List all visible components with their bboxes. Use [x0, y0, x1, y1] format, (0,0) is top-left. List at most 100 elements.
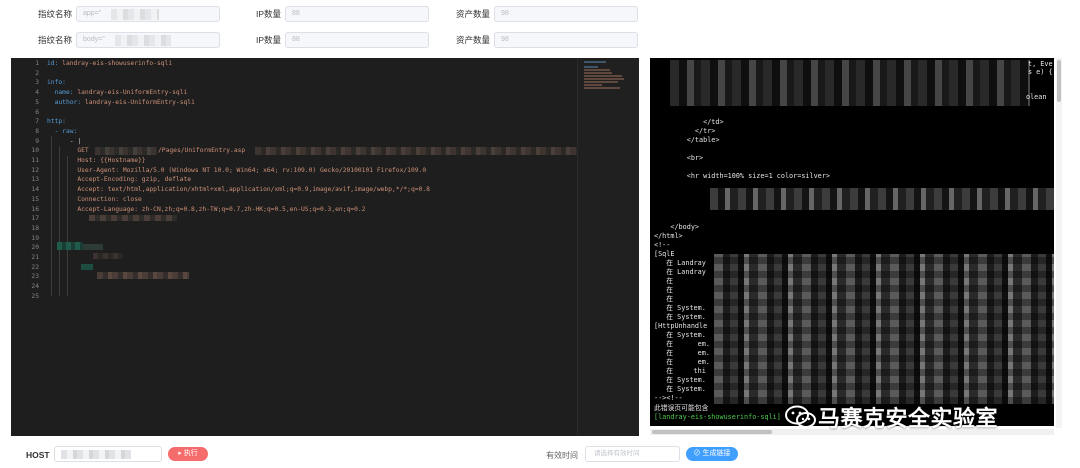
line-number: 9	[35, 137, 39, 145]
code-text-area[interactable]: id: landray-eis-showuserinfo-sqli info: …	[47, 58, 577, 436]
fingerprint-value: body="	[83, 36, 105, 43]
output-line: 在 em.	[654, 358, 710, 366]
minimap-line	[584, 84, 602, 86]
asset-count-label: 资产数量	[456, 9, 491, 19]
code-line: Accept-Language: zh-CN,zh;q=0.8,zh-TW;q=…	[47, 205, 366, 213]
scrollbar-thumb[interactable]	[1057, 60, 1061, 102]
mosaic-redaction	[115, 35, 171, 46]
output-line: 在 System.	[654, 313, 706, 321]
host-input[interactable]	[54, 446, 162, 462]
ip-count-value: 88	[292, 10, 300, 17]
output-line: 在 System.	[654, 304, 706, 312]
response-output-panel[interactable]: t, Eve s e) { olean </td> </tr> </table>…	[650, 58, 1054, 426]
ip-count-input[interactable]: 88	[285, 32, 429, 48]
mosaic-redaction	[89, 215, 177, 221]
ip-count-value: 88	[292, 36, 300, 43]
line-number: 19	[31, 234, 39, 242]
code-line: - |	[47, 137, 82, 145]
asset-count-value: 98	[501, 36, 509, 43]
asset-count-input[interactable]: 98	[494, 6, 638, 22]
fingerprint-label: 指纹名称	[38, 9, 73, 19]
mosaic-redaction	[81, 264, 93, 270]
code-line: - raw:	[47, 127, 78, 137]
output-line: <br>	[654, 154, 704, 162]
code-line: id: landray-eis-showuserinfo-sqli	[47, 59, 172, 69]
line-number: 8	[35, 127, 39, 135]
fingerprint-value: app="	[83, 10, 102, 17]
yaml-code-editor[interactable]: 1 2 3 4 5 6 7 8 9 10 11 12 13 14 15 16 1…	[11, 58, 639, 436]
ip-count-label: IP数量	[256, 9, 282, 19]
mosaic-redaction	[95, 147, 157, 155]
line-number: 21	[31, 254, 39, 261]
request-path: /Pages/UniformEntry.asp	[158, 147, 246, 155]
minimap-line	[584, 78, 624, 80]
line-number: 6	[35, 108, 39, 116]
mosaic-redaction	[83, 244, 103, 250]
minimap-line	[584, 75, 622, 77]
run-button-label: 执行	[183, 450, 198, 457]
line-number: 4	[35, 89, 39, 97]
yaml-value: landray-eis-UniformEntry-sqli	[77, 89, 188, 97]
output-line: </tr>	[654, 127, 716, 135]
valid-time-label: 有效时间	[546, 451, 578, 460]
line-number: 17	[31, 215, 39, 223]
http-method: GET	[47, 147, 89, 155]
output-vertical-scrollbar[interactable]	[1056, 58, 1062, 428]
yaml-key: id:	[47, 60, 59, 67]
yaml-key: name:	[47, 89, 74, 97]
bottom-action-bar: HOST ▸ 执行 有效时间 请选择有效时间 ⊘ 生成链接	[0, 442, 1080, 468]
mosaic-redaction	[670, 60, 1030, 106]
fingerprint-label: 指纹名称	[38, 35, 73, 45]
output-line: </html>	[654, 232, 683, 240]
line-number: 2	[35, 69, 39, 77]
line-number: 13	[31, 176, 39, 184]
fingerprint-input[interactable]: body="	[76, 32, 220, 48]
yaml-value: landray-eis-UniformEntry-sqli	[84, 98, 195, 106]
valid-time-placeholder: 请选择有效时间	[594, 450, 640, 457]
output-line: olean	[1026, 93, 1047, 101]
generate-link-button[interactable]: ⊘ 生成链接	[686, 447, 738, 461]
asset-count-label: 资产数量	[456, 35, 491, 45]
line-number: 16	[31, 205, 39, 213]
yaml-key: http:	[47, 118, 66, 126]
mosaic-redaction	[255, 147, 577, 155]
filter-row-1: 指纹名称 app=" IP数量 88 资产数量 98	[0, 6, 1080, 24]
code-line: info:	[47, 78, 66, 88]
mosaic-redaction	[57, 242, 83, 250]
line-number: 5	[35, 98, 39, 106]
run-button[interactable]: ▸ 执行	[168, 447, 208, 461]
line-number: 24	[31, 283, 39, 291]
minimap-line	[584, 87, 620, 89]
yaml-key: - raw:	[47, 127, 78, 135]
output-line: 在 System.	[654, 385, 706, 393]
asset-count-input[interactable]: 98	[494, 32, 638, 48]
scrollbar-thumb[interactable]	[652, 430, 772, 434]
line-number-gutter: 1 2 3 4 5 6 7 8 9 10 11 12 13 14 15 16 1…	[11, 58, 41, 436]
line-number: 20	[31, 244, 39, 252]
mosaic-redaction	[714, 254, 1054, 404]
line-number: 12	[31, 166, 39, 174]
minimap-line	[584, 61, 606, 63]
output-line: 此错误页可能包含	[654, 404, 709, 412]
output-line: 在 em.	[654, 340, 710, 348]
code-line: author: landray-eis-UniformEntry-sqli	[47, 98, 195, 108]
fingerprint-input[interactable]: app="	[76, 6, 220, 22]
code-line: Host: {{Hostname}}	[47, 157, 146, 164]
scan-result-line: [landray-eis-showuserinfo-sqli]	[654, 413, 781, 421]
generate-link-label: 生成链接	[702, 450, 731, 457]
valid-time-select[interactable]: 请选择有效时间	[585, 446, 680, 462]
yaml-key: info:	[47, 79, 66, 87]
output-line: s e) {	[1028, 68, 1053, 76]
minimap-line	[584, 72, 612, 74]
output-line: [HttpUnhandle	[654, 322, 708, 330]
filter-form: 指纹名称 app=" IP数量 88 资产数量 98 指纹名称 body=" I…	[0, 0, 1080, 56]
output-line: </td>	[654, 118, 724, 126]
yaml-value: landray-eis-showuserinfo-sqli	[62, 60, 173, 67]
line-number: 18	[31, 224, 39, 232]
minimap-line	[584, 66, 598, 68]
minimap-line	[584, 69, 610, 71]
editor-minimap[interactable]	[577, 58, 639, 436]
filter-row-2: 指纹名称 body=" IP数量 88 资产数量 98	[0, 32, 1080, 50]
line-number: 14	[31, 186, 39, 194]
ip-count-input[interactable]: 88	[285, 6, 429, 22]
